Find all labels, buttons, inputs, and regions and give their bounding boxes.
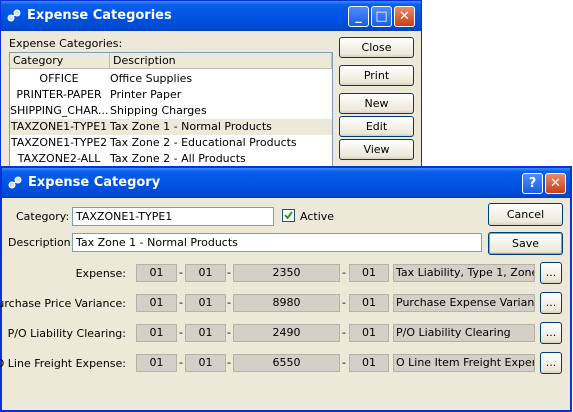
description-cell: Tax Zone 2 - All Products [110, 152, 246, 165]
account-description: O Line Item Freight Expense [393, 354, 535, 372]
separator: - [179, 326, 183, 339]
dialog-title-bar[interactable]: Expense Category ? ✕ [2, 168, 570, 198]
active-checkbox[interactable] [282, 209, 295, 222]
sub-account-field[interactable]: 01 [349, 264, 389, 282]
browse-account-button[interactable]: ... [540, 262, 562, 284]
category-field[interactable]: TAXZONE1-TYPE1 [72, 207, 274, 226]
description-cell: Office Supplies [110, 72, 193, 85]
list-row[interactable]: TAXZONE2-ALL Tax Zone 2 - All Products [10, 151, 332, 167]
category-cell: OFFICE [39, 72, 79, 85]
category-cell: TAXZONE1-TYPE1 [10, 120, 108, 133]
separator: - [227, 296, 231, 309]
account-label: Expense: [75, 267, 126, 280]
list-row[interactable]: TAXZONE1-TYPE1 Tax Zone 1 - Normal Produc… [10, 119, 332, 135]
sub-account-field[interactable]: 01 [349, 324, 389, 342]
sub-account-field[interactable]: 01 [349, 354, 389, 372]
app-icon [7, 9, 21, 22]
account-number-field[interactable]: 2490 [233, 324, 340, 342]
active-label: Active [300, 210, 335, 223]
separator: - [342, 296, 346, 309]
profit-center-field[interactable]: 01 [136, 324, 177, 342]
company-number-field[interactable]: 01 [185, 264, 226, 282]
browse-account-button[interactable]: ... [540, 352, 562, 374]
list-label: Expense Categories: [9, 37, 123, 50]
list-row[interactable]: PRINTER-PAPER Printer Paper [10, 87, 332, 103]
profit-center-field[interactable]: 01 [136, 264, 177, 282]
profit-center-field[interactable]: 01 [136, 354, 177, 372]
separator: - [342, 326, 346, 339]
category-cell: TAXZONE1-TYPE2 [10, 136, 108, 149]
description-cell: Tax Zone 2 - Educational Products [110, 136, 297, 149]
account-number-field[interactable]: 2350 [233, 264, 340, 282]
expense-category-dialog: Expense Category ? ✕ Category: TAXZONE1-… [0, 166, 572, 412]
separator: - [179, 296, 183, 309]
window-title: Expense Categories [27, 8, 172, 23]
description-cell: Printer Paper [110, 88, 182, 101]
minimize-button[interactable]: _ [348, 6, 369, 27]
expense-categories-window: Expense Categories _ □ ✕ Expense Categor… [0, 0, 422, 172]
category-label: Category: [16, 210, 70, 223]
close-button[interactable]: Close [339, 37, 414, 58]
check-mark-icon [284, 211, 293, 220]
browse-account-button[interactable]: ... [540, 292, 562, 314]
maximize-button[interactable]: □ [371, 6, 392, 27]
sub-account-field[interactable]: 01 [349, 294, 389, 312]
column-header-category[interactable]: Category [10, 53, 110, 69]
new-button[interactable]: New [339, 93, 414, 114]
account-description: Tax Liability, Type 1, Zone 1 [393, 264, 535, 282]
separator: - [179, 356, 183, 369]
company-number-field[interactable]: 01 [185, 354, 226, 372]
profit-center-field[interactable]: 01 [136, 294, 177, 312]
close-window-button[interactable]: ✕ [394, 6, 415, 27]
cancel-button[interactable]: Cancel [488, 203, 563, 226]
separator: - [179, 266, 183, 279]
categories-list[interactable]: Category Description OFFICE Office Suppli… [9, 52, 333, 172]
description-label: Description: [8, 236, 75, 249]
view-button[interactable]: View [339, 139, 414, 160]
separator: - [227, 266, 231, 279]
app-icon [8, 176, 22, 189]
account-description: P/O Liability Clearing [393, 324, 535, 342]
account-number-field[interactable]: 6550 [233, 354, 340, 372]
account-label: Purchase Price Variance: [0, 297, 126, 310]
description-cell: Shipping Charges [110, 104, 207, 117]
description-field[interactable]: Tax Zone 1 - Normal Products [72, 233, 482, 252]
account-description: Purchase Expense Variance [393, 294, 535, 312]
list-row[interactable]: TAXZONE1-TYPE2 Tax Zone 2 - Educational P… [10, 135, 332, 151]
description-cell: Tax Zone 1 - Normal Products [110, 120, 272, 133]
separator: - [227, 326, 231, 339]
company-number-field[interactable]: 01 [185, 294, 226, 312]
separator: - [227, 356, 231, 369]
list-row[interactable]: SHIPPING_CHAR... Shipping Charges [10, 103, 332, 119]
list-row[interactable]: OFFICE Office Supplies [10, 71, 332, 87]
dialog-title: Expense Category [28, 175, 161, 190]
separator: - [342, 266, 346, 279]
column-header-description[interactable]: Description [110, 53, 332, 69]
category-cell: SHIPPING_CHAR... [10, 104, 108, 117]
account-label: P/O Liability Clearing: [7, 327, 126, 340]
save-button[interactable]: Save [488, 232, 563, 255]
category-cell: PRINTER-PAPER [16, 88, 102, 101]
account-label: PO Line Freight Expense: [0, 357, 126, 370]
separator: - [342, 356, 346, 369]
title-bar[interactable]: Expense Categories _ □ ✕ [1, 1, 421, 31]
dialog-close-button[interactable]: ✕ [545, 173, 566, 194]
print-button[interactable]: Print [339, 65, 414, 86]
category-cell: TAXZONE2-ALL [17, 152, 101, 165]
edit-button[interactable]: Edit [339, 116, 414, 137]
help-button[interactable]: ? [522, 173, 543, 194]
company-number-field[interactable]: 01 [185, 324, 226, 342]
browse-account-button[interactable]: ... [540, 322, 562, 344]
account-number-field[interactable]: 8980 [233, 294, 340, 312]
